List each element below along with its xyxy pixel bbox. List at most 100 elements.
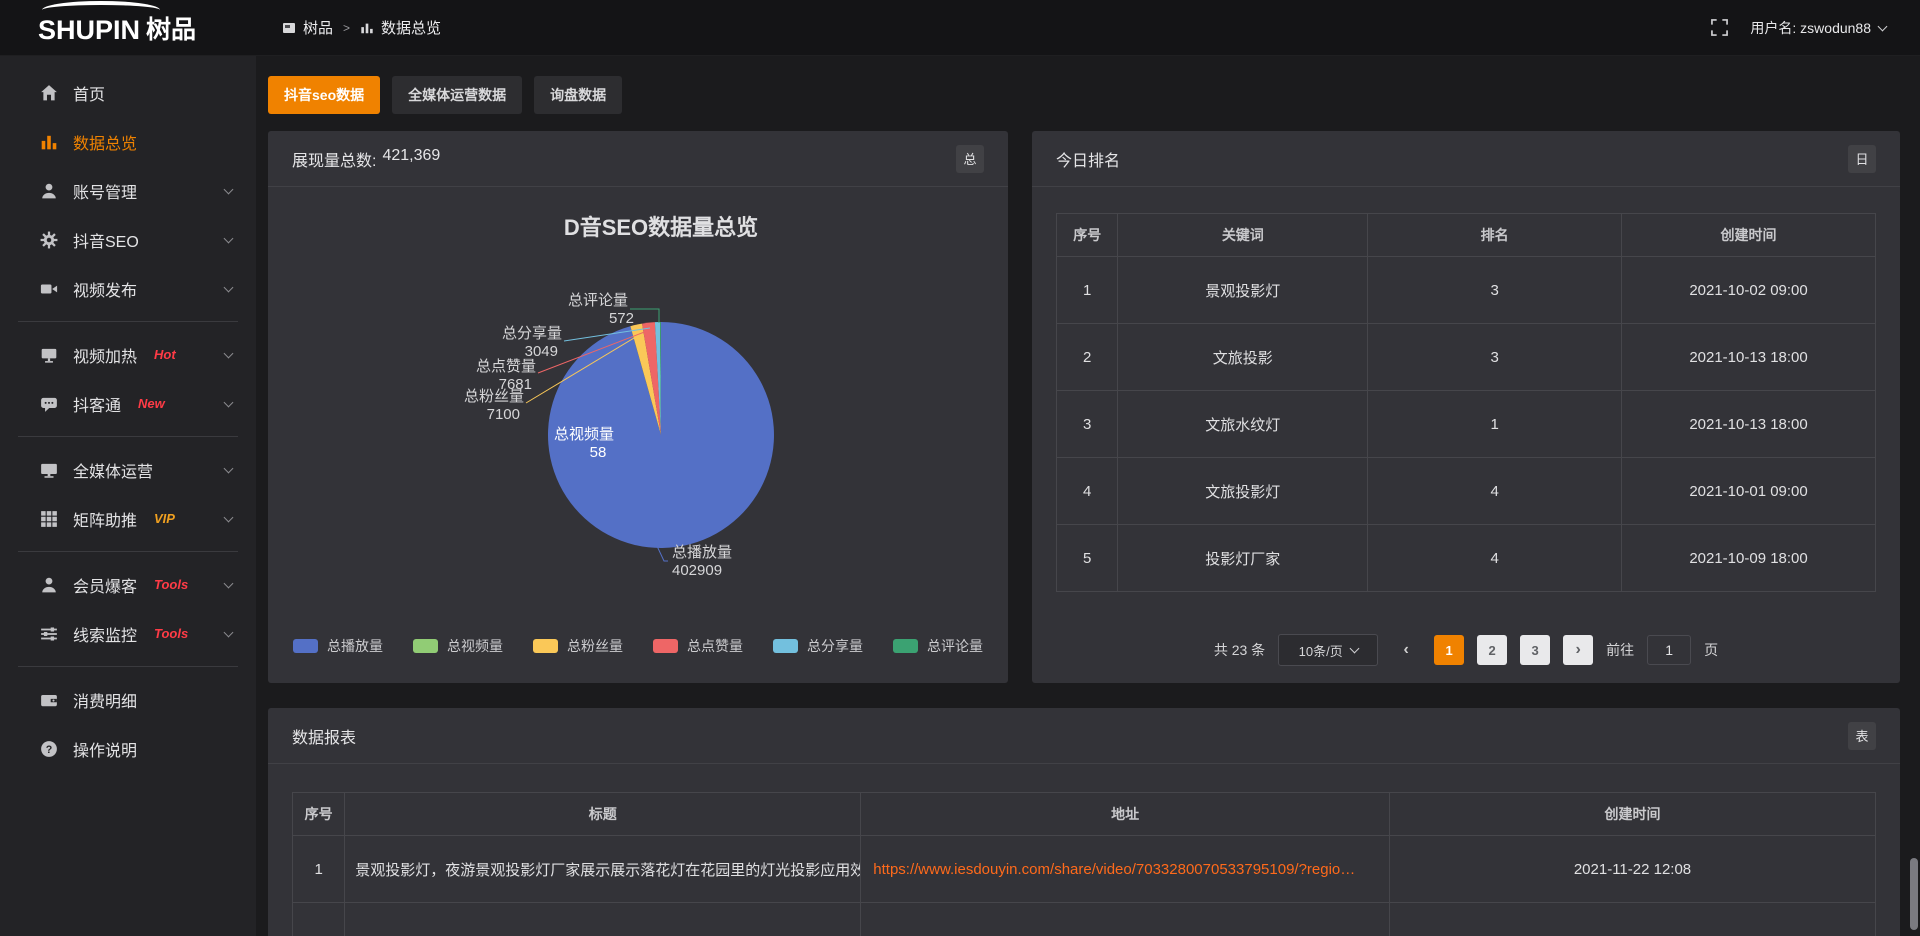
table-cell: 2021-10-13 18:00 [1622,391,1876,458]
sidebar-divider [18,666,238,667]
username-label: 用户名: zswodun88 [1750,18,1871,38]
breadcrumb-label: 数据总览 [381,17,441,38]
chevron-down-icon [224,348,234,358]
breadcrumb-label: 树品 [303,17,333,38]
goto-page-input[interactable] [1647,635,1691,665]
sidebar-item-consumption[interactable]: 消费明细 [0,675,256,724]
table-cell: 1 [1368,391,1622,458]
goto-suffix-label: 页 [1704,640,1718,660]
table-cell: 投影灯厂家 [1118,525,1368,592]
table-toggle-badge[interactable]: 表 [1848,722,1876,750]
legend-item[interactable]: 总粉丝量 [533,636,623,656]
sidebar-item-label: 会员爆客 [73,573,137,597]
legend-item[interactable]: 总播放量 [293,636,383,656]
sidebar-item-douketong[interactable]: 抖客通 New [0,379,256,428]
sidebar-item-lead-monitor[interactable]: 线索监控 Tools [0,609,256,658]
sidebar-item-home[interactable]: 首页 [0,68,256,117]
fullscreen-icon[interactable] [1711,19,1728,36]
day-toggle-badge[interactable]: 日 [1848,145,1876,173]
sidebar-item-label: 数据总览 [73,130,137,154]
breadcrumb-separator: > [343,21,350,35]
table-cell: 3 [1057,391,1118,458]
vertical-scrollbar-thumb[interactable] [1910,858,1918,930]
impressions-label: 展现量总数: [292,147,376,171]
sidebar-item-douyin-seo[interactable]: 抖音SEO [0,215,256,264]
legend-item[interactable]: 总评论量 [893,636,983,656]
table-cell: 3 [1368,324,1622,391]
sidebar-item-label: 视频加热 [73,343,137,367]
next-page-button[interactable]: › [1563,635,1593,665]
impressions-value: 421,369 [382,147,440,171]
sidebar-item-instructions[interactable]: ? 操作说明 [0,724,256,773]
tab-media-operation-data[interactable]: 全媒体运营数据 [392,76,522,114]
chevron-down-icon [224,233,234,243]
sliders-icon [40,625,58,643]
seo-pie-chart: D音SEO数据量总览 总评论量 572 总分享量 3049 总点赞量 [268,187,1008,587]
table-row: 4文旅投影灯42021-10-01 09:00 [1057,458,1876,525]
sidebar-item-member-burst[interactable]: 会员爆客 Tools [0,560,256,609]
chart-title: D音SEO数据量总览 [564,215,758,240]
legend-label: 总播放量 [327,636,383,656]
video-camera-icon [40,280,58,298]
grid-icon [40,510,58,528]
column-header: 创建时间 [1622,214,1876,257]
breadcrumb-item-home[interactable]: 树品 [282,17,333,38]
table-row: 5投影灯厂家42021-10-09 18:00 [1057,525,1876,592]
sidebar-item-matrix-boost[interactable]: 矩阵助推 VIP [0,494,256,543]
chevron-down-icon [224,184,234,194]
sidebar-item-video-publish[interactable]: 视频发布 [0,264,256,313]
page-button-2[interactable]: 2 [1477,635,1507,665]
total-toggle-badge[interactable]: 总 [956,145,984,173]
svg-text:?: ? [46,743,53,755]
sidebar: 首页 数据总览 账号管理 抖音SEO 视频发布 视频加热 Hot [0,56,256,936]
logo-arc [42,1,160,19]
tab-douyin-seo-data[interactable]: 抖音seo数据 [268,76,380,114]
data-report-panel: 数据报表 表 序号标题地址创建时间 1景观投影灯，夜游景观投影灯厂家展示展示落花… [268,708,1900,936]
table-cell: 1 [1057,257,1118,324]
today-ranking-panel: 今日排名 日 序号关键词排名创建时间 1景观投影灯32021-10-02 09:… [1032,131,1900,683]
wallet-icon [40,691,58,709]
pie-value-comments: 572 [609,310,634,327]
main-content: 抖音seo数据 全媒体运营数据 询盘数据 展现量总数: 421,369 总 D音… [256,56,1920,936]
sidebar-item-media-operation[interactable]: 全媒体运营 [0,445,256,494]
page-button-1[interactable]: 1 [1434,635,1464,665]
legend-item[interactable]: 总点赞量 [653,636,743,656]
legend-item[interactable]: 总视频量 [413,636,503,656]
sidebar-item-video-heat[interactable]: 视频加热 Hot [0,330,256,379]
window-icon [282,21,296,35]
table-cell: 2 [1057,324,1118,391]
chevron-down-icon [224,578,234,588]
table-row: 3文旅水纹灯12021-10-13 18:00 [1057,391,1876,458]
table-cell: 3 [1368,257,1622,324]
sidebar-item-label: 全媒体运营 [73,458,153,482]
report-table: 序号标题地址创建时间 1景观投影灯，夜游景观投影灯厂家展示展示落花灯在花园里的灯… [292,792,1876,936]
page-button-3[interactable]: 3 [1520,635,1550,665]
user-menu[interactable]: 用户名: zswodun88 [1750,18,1886,38]
bar-chart-icon [360,21,374,35]
sidebar-item-label: 抖音SEO [73,228,139,252]
pie-label-likes: 总点赞量 [476,358,536,375]
table-cell: 景观投影灯 [1118,257,1368,324]
report-link[interactable]: https://www.iesdouyin.com/share/video/70… [861,836,1390,903]
table-row: 2文旅投影32021-10-13 18:00 [1057,324,1876,391]
chevron-down-icon [224,397,234,407]
panel-title: 数据报表 [292,724,356,748]
page-size-select[interactable]: 10条/页 [1278,634,1378,666]
legend-item[interactable]: 总分享量 [773,636,863,656]
sidebar-item-label: 账号管理 [73,179,137,203]
table-cell: 2021-10-02 09:00 [1622,257,1876,324]
legend-label: 总分享量 [807,636,863,656]
legend-label: 总粉丝量 [567,636,623,656]
sidebar-item-label: 视频发布 [73,277,137,301]
sidebar-item-label: 线索监控 [73,622,137,646]
panel-title: 今日排名 [1056,147,1120,171]
prev-page-button[interactable]: ‹ [1391,635,1421,665]
column-header: 序号 [1057,214,1118,257]
breadcrumb-item-current[interactable]: 数据总览 [360,17,441,38]
sidebar-item-data-overview[interactable]: 数据总览 [0,117,256,166]
tab-inquiry-data[interactable]: 询盘数据 [534,76,622,114]
user-icon [40,182,58,200]
hot-badge: Hot [154,347,176,362]
sidebar-item-account[interactable]: 账号管理 [0,166,256,215]
table-cell: 2021-11-22 12:08 [1390,836,1876,903]
